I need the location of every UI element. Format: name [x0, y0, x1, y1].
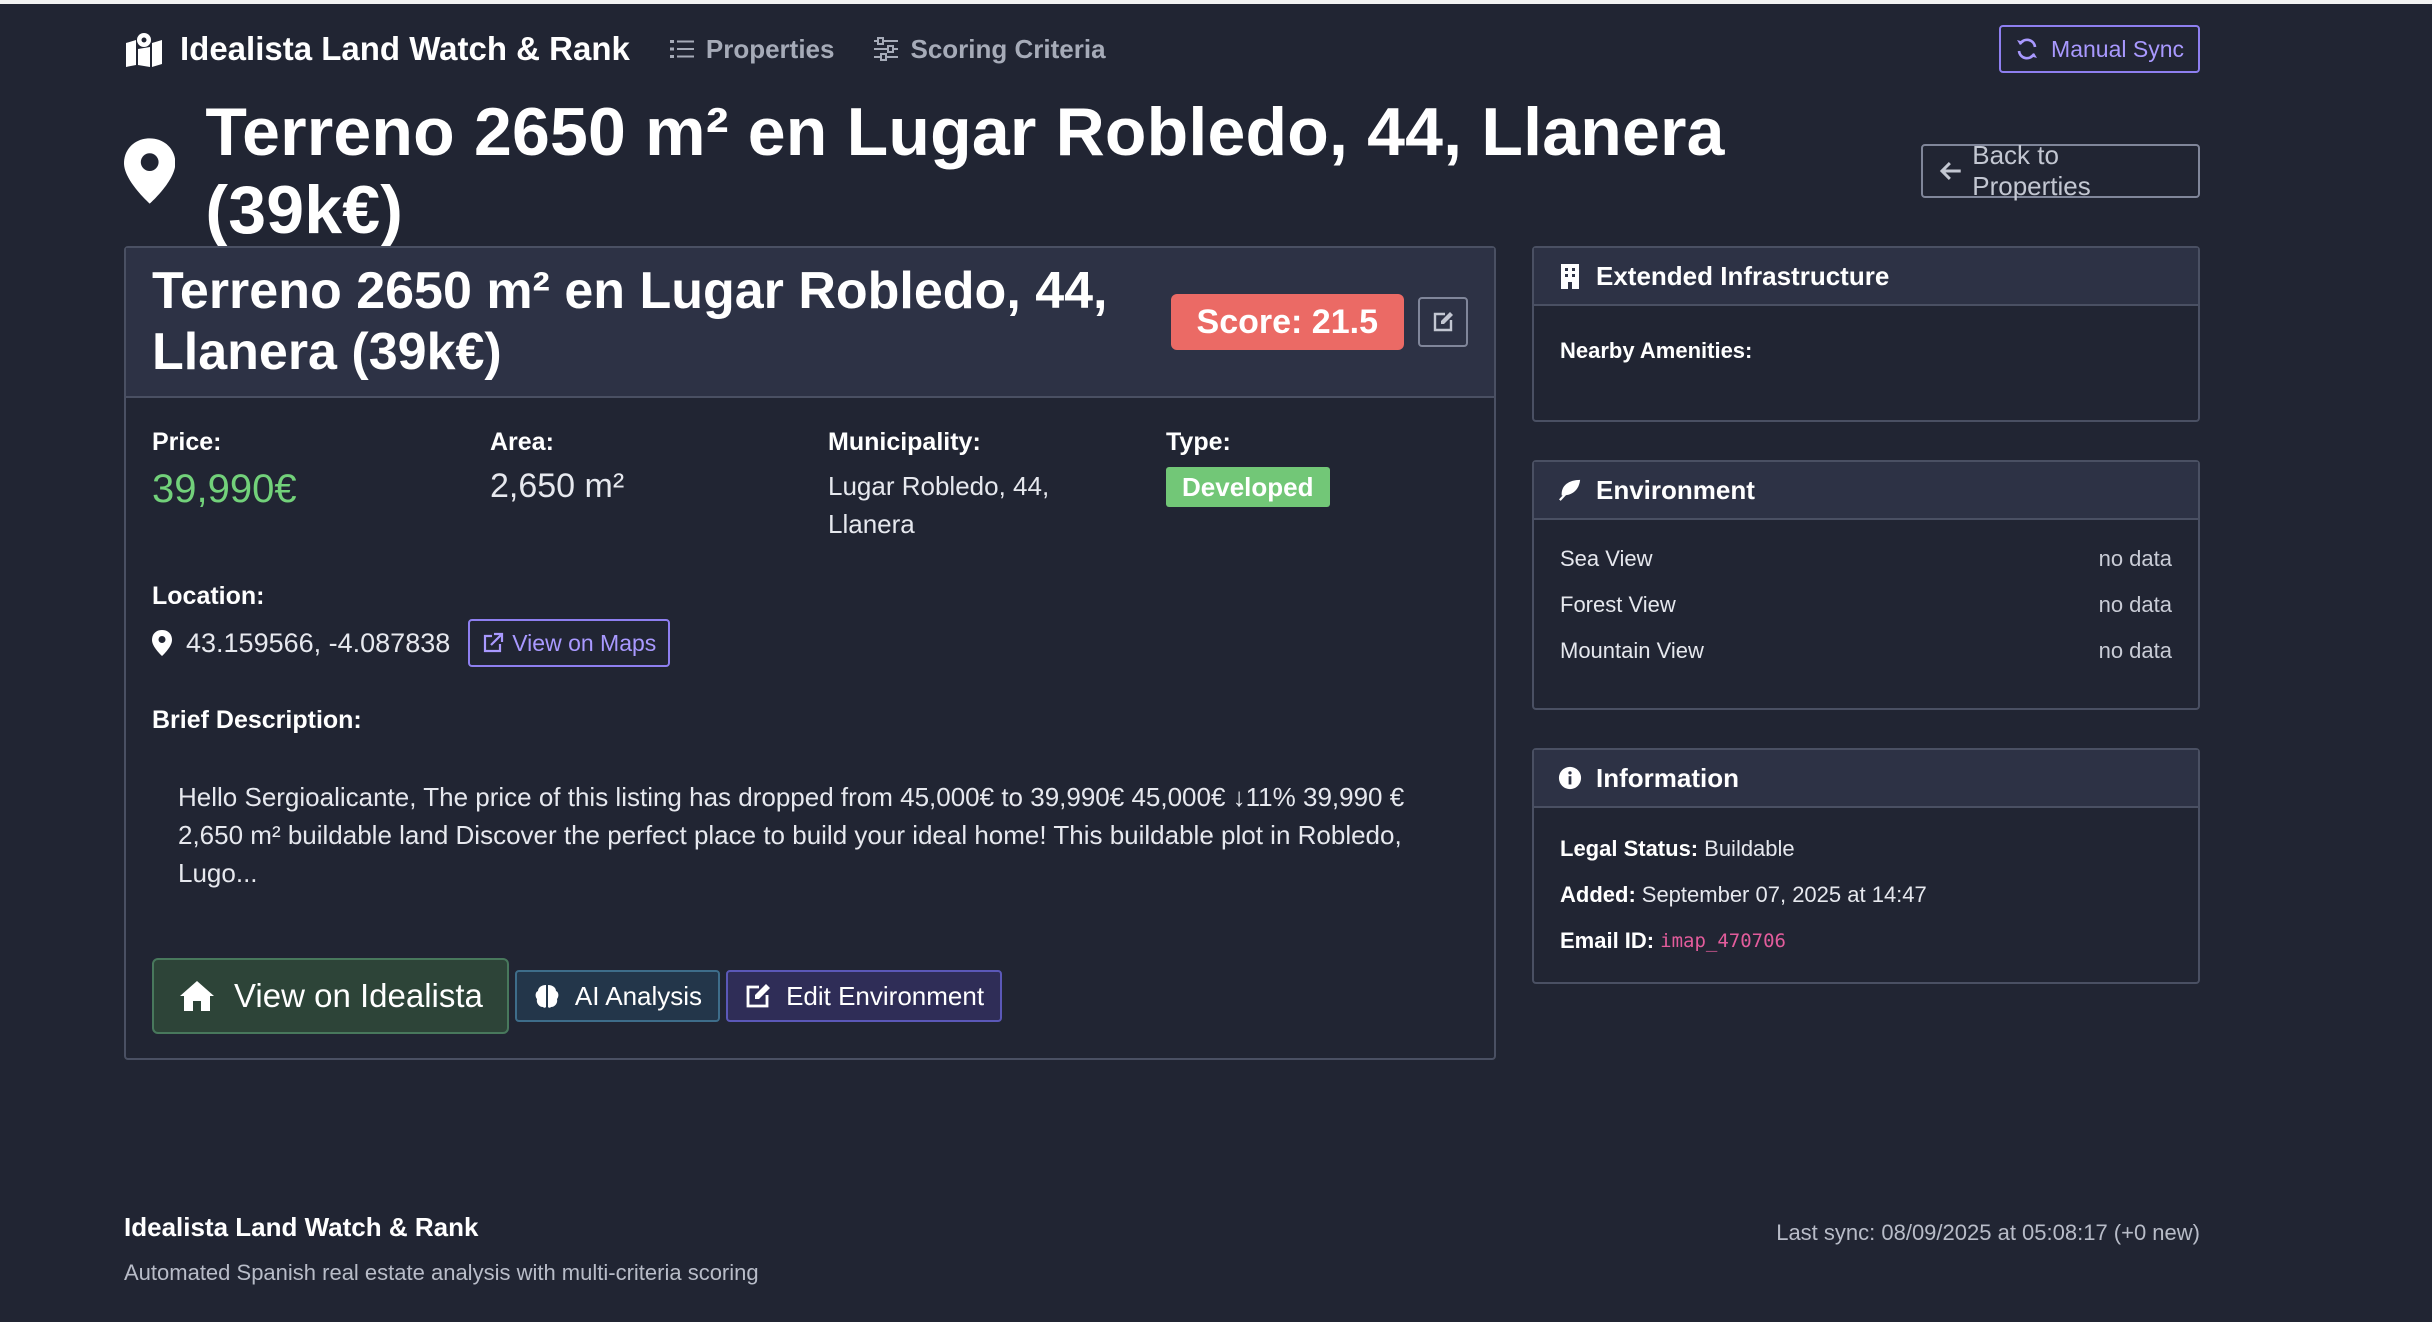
property-title: Terreno 2650 m² en Lugar Robledo, 44, Ll…	[152, 261, 1108, 381]
price-value: 39,990€	[152, 467, 297, 511]
property-card: Terreno 2650 m² en Lugar Robledo, 44, Ll…	[124, 246, 1496, 1060]
brand[interactable]: Idealista Land Watch & Rank	[124, 30, 630, 68]
view-on-maps-label: View on Maps	[512, 629, 657, 656]
information-card: Information Legal Status: Buildable Adde…	[1532, 748, 2200, 984]
arrow-left-icon	[1939, 162, 1961, 180]
area-label: Area:	[490, 428, 554, 456]
price-label: Price:	[152, 428, 222, 456]
infrastructure-title: Extended Infrastructure	[1596, 260, 1890, 291]
information-header: Information	[1534, 750, 2198, 808]
sea-view-label: Sea View	[1560, 546, 1653, 571]
location-pin-icon	[152, 630, 172, 656]
leaf-icon	[1559, 479, 1581, 501]
edit-environment-label: Edit Environment	[786, 980, 985, 1011]
municipality-value: Lugar Robledo, 44, Llanera	[828, 471, 1050, 539]
property-facts: Price: 39,990€ Area: 2,650 m² Municipali…	[152, 428, 1472, 548]
back-label: Back to Properties	[1972, 140, 2091, 201]
last-sync-status: Last sync: 08/09/2025 at 05:08:17 (+0 ne…	[1776, 1220, 2200, 1245]
navbar: Idealista Land Watch & Rank Properties S…	[124, 24, 2200, 74]
description-label: Brief Description:	[152, 706, 362, 734]
env-row-mountain-view: Mountain View no data	[1560, 628, 2172, 674]
environment-card: Environment Sea View no data Forest View…	[1532, 460, 2200, 710]
infrastructure-header: Extended Infrastructure	[1534, 248, 2198, 306]
page-title: Terreno 2650 m² en Lugar Robledo, 44, Ll…	[205, 94, 1725, 248]
manual-sync-label: Manual Sync	[2051, 35, 2184, 62]
ai-analysis-label: AI Analysis	[574, 980, 703, 1011]
property-actions: View on Idealista AI Analysis Edit Envir…	[152, 958, 1003, 1034]
sea-view-value: no data	[2098, 546, 2172, 571]
brand-name: Idealista Land Watch & Rank	[180, 30, 630, 67]
email-id-value: imap_470706	[1660, 930, 1786, 952]
home-icon	[180, 981, 214, 1011]
legal-status-row: Legal Status: Buildable	[1560, 826, 2172, 872]
forest-view-value: no data	[2098, 592, 2172, 617]
score-badge: Score: 21.5	[1170, 294, 1404, 350]
ai-analysis-button[interactable]: AI Analysis	[514, 970, 721, 1022]
footer-brand: Idealista Land Watch & Rank	[124, 1212, 479, 1242]
location-label: Location:	[152, 582, 265, 610]
view-on-idealista-button[interactable]: View on Idealista	[152, 958, 509, 1034]
page-header: Terreno 2650 m² en Lugar Robledo, 44, Ll…	[124, 94, 2200, 248]
fact-price: Price: 39,990€	[152, 428, 297, 512]
manual-sync-button[interactable]: Manual Sync	[1999, 25, 2200, 73]
fact-municipality: Municipality: Lugar Robledo, 44, Llanera	[828, 428, 1088, 543]
view-on-maps-button[interactable]: View on Maps	[468, 619, 671, 667]
area-value: 2,650 m²	[490, 467, 625, 505]
type-label: Type:	[1166, 428, 1231, 456]
municipality-label: Municipality:	[828, 428, 981, 456]
type-badge: Developed	[1166, 467, 1330, 507]
env-row-forest-view: Forest View no data	[1560, 582, 2172, 628]
map-icon	[126, 33, 162, 67]
back-to-properties-button[interactable]: Back to Properties	[1920, 140, 2200, 201]
added-row: Added: September 07, 2025 at 14:47	[1560, 872, 2172, 918]
legal-status-value: Buildable	[1704, 836, 1795, 861]
location-section: Location: 43.159566, -4.087838 View on M…	[152, 582, 671, 667]
edit-icon	[746, 984, 771, 1008]
nav-properties[interactable]: Properties	[668, 33, 835, 65]
edit-environment-button[interactable]: Edit Environment	[726, 970, 1003, 1022]
fact-area: Area: 2,650 m²	[490, 428, 624, 506]
sliders-icon	[874, 37, 899, 61]
coordinates: 43.159566, -4.087838	[186, 627, 451, 658]
edit-icon	[1433, 312, 1453, 332]
environment-header: Environment	[1534, 462, 2198, 520]
description-text: Hello Sergioalicante, The price of this …	[178, 782, 1405, 888]
building-icon	[1561, 264, 1579, 289]
top-border	[0, 0, 2432, 4]
brain-icon	[535, 985, 559, 1008]
view-on-idealista-label: View on Idealista	[234, 977, 483, 1014]
email-id-label: Email ID:	[1560, 928, 1655, 953]
map-pin-icon	[124, 138, 176, 204]
env-row-sea-view: Sea View no data	[1560, 536, 2172, 582]
sync-icon	[2017, 38, 2038, 60]
added-value: September 07, 2025 at 14:47	[1641, 882, 1927, 907]
edit-score-button[interactable]	[1418, 297, 1468, 347]
forest-view-label: Forest View	[1560, 592, 1676, 617]
external-link-icon	[484, 632, 504, 653]
mountain-view-label: Mountain View	[1560, 638, 1704, 663]
information-title: Information	[1596, 762, 1739, 793]
list-icon	[669, 40, 694, 58]
nearby-amenities-label: Nearby Amenities:	[1560, 338, 1753, 363]
mountain-view-value: no data	[2098, 638, 2172, 663]
nav-scoring-criteria[interactable]: Scoring Criteria	[872, 33, 1106, 65]
environment-title: Environment	[1596, 474, 1755, 505]
legal-status-label: Legal Status:	[1560, 836, 1699, 861]
added-label: Added:	[1560, 882, 1636, 907]
property-card-header: Terreno 2650 m² en Lugar Robledo, 44, Ll…	[126, 248, 1494, 398]
fact-type: Type: Developed	[1166, 428, 1330, 507]
footer-tagline: Automated Spanish real estate analysis w…	[124, 1260, 759, 1285]
email-id-row: Email ID: imap_470706	[1560, 918, 2172, 964]
info-circle-icon	[1558, 766, 1582, 790]
nav-scoring-label: Scoring Criteria	[910, 33, 1106, 64]
nav-properties-label: Properties	[705, 33, 835, 64]
infrastructure-card: Extended Infrastructure Nearby Amenities…	[1532, 246, 2200, 422]
